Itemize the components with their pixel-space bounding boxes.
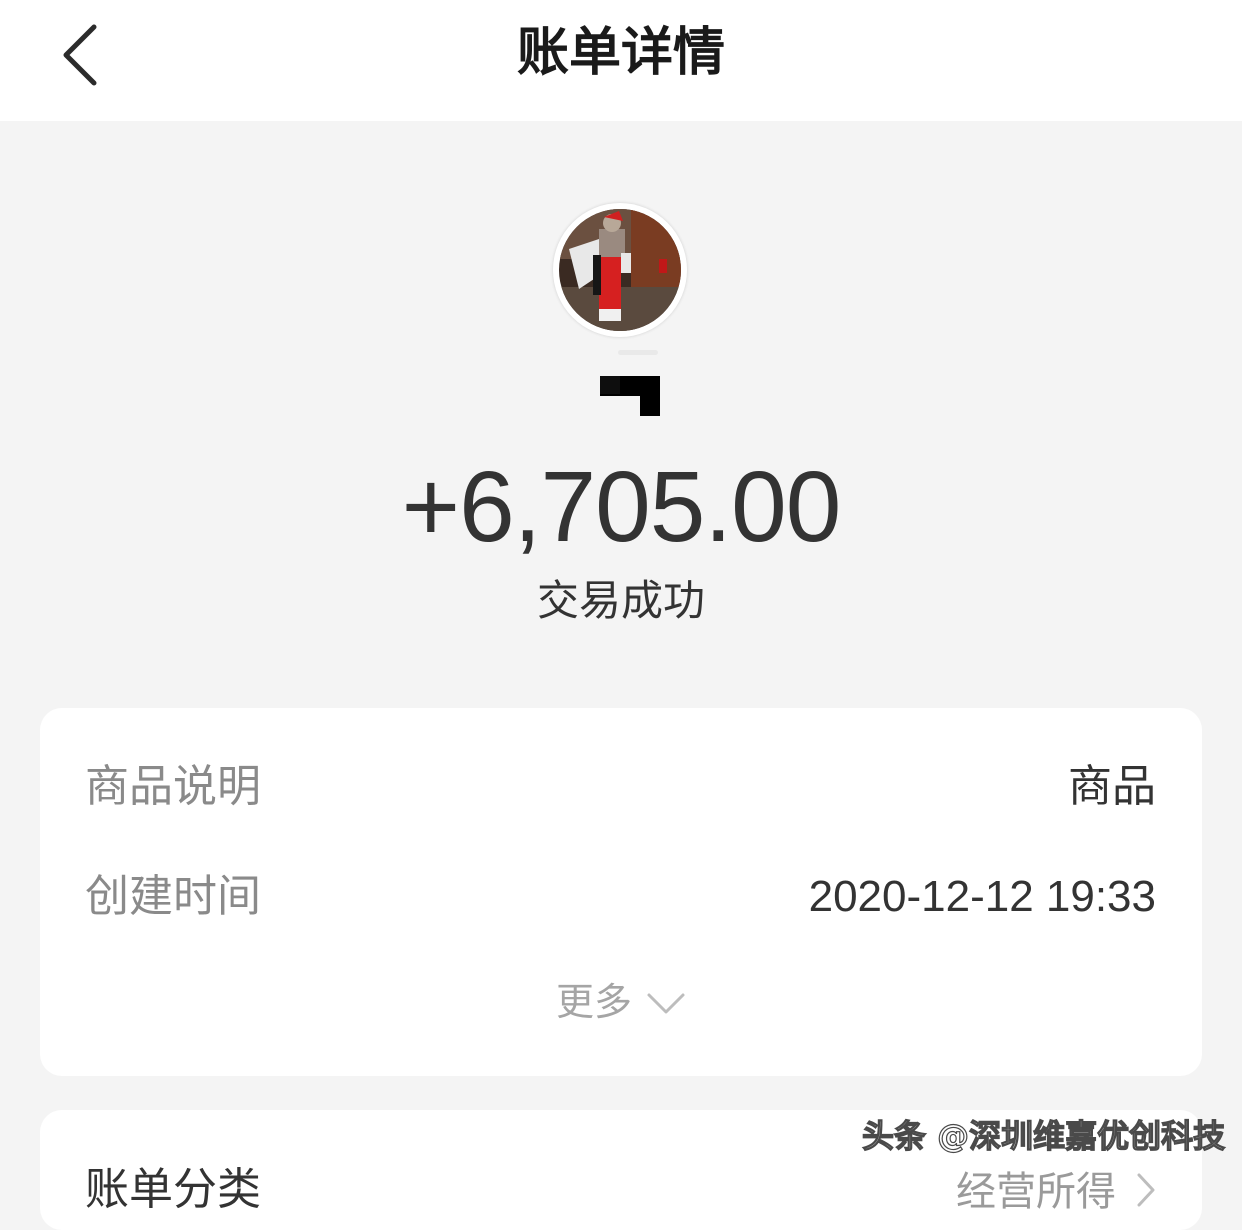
created-time-value: 2020-12-12 19:33 bbox=[808, 872, 1156, 921]
details-card: 商品说明 商品 创建时间 2020-12-12 19:33 更多 bbox=[40, 708, 1202, 1076]
item-description-value: 商品 bbox=[1068, 761, 1156, 812]
status-text: 交易成功 bbox=[536, 576, 705, 625]
page-title: 账单详情 bbox=[516, 23, 725, 83]
category-label: 账单分类 bbox=[85, 1164, 261, 1215]
redacted-name bbox=[600, 376, 660, 416]
chevron-down-icon bbox=[647, 993, 685, 1014]
category-value: 经营所得 bbox=[956, 1169, 1116, 1215]
created-time-label: 创建时间 bbox=[85, 871, 261, 922]
nav-bar: 账单详情 bbox=[0, 0, 1242, 121]
watermark: 头条 @深圳维嘉优创科技 bbox=[861, 1116, 1226, 1155]
more-label: 更多 bbox=[555, 980, 632, 1024]
more-button[interactable]: 更多 bbox=[40, 972, 1202, 1032]
amount: +6,705.00 bbox=[401, 451, 842, 563]
user-avatar[interactable] bbox=[553, 203, 687, 337]
avatar-divider bbox=[618, 350, 658, 355]
avatar-photo bbox=[559, 209, 681, 331]
chevron-right-icon bbox=[1137, 1173, 1155, 1207]
item-description-label: 商品说明 bbox=[85, 761, 261, 812]
